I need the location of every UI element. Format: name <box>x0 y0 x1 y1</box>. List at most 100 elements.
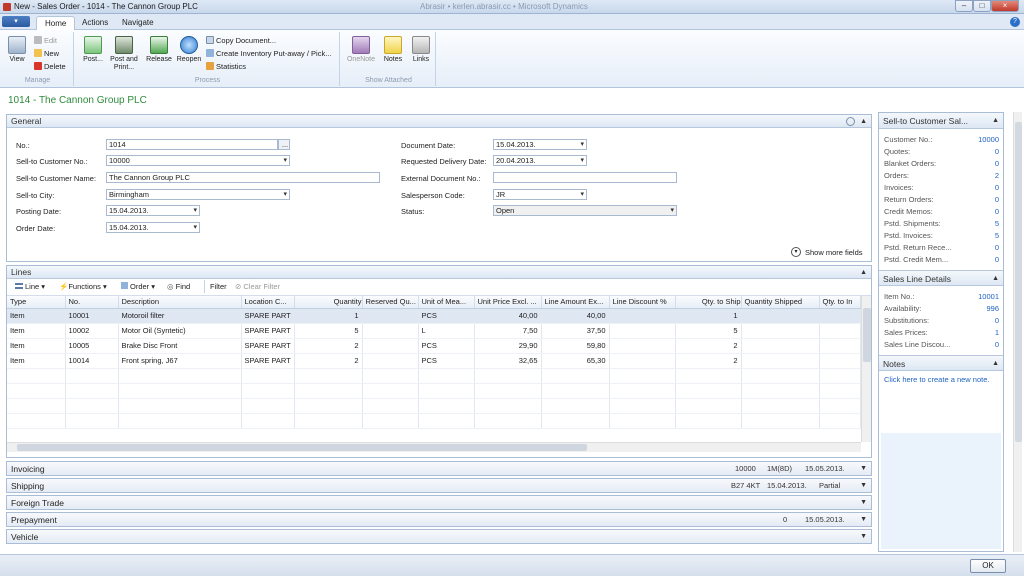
field-sell-to-city[interactable]: Birmingham <box>106 189 290 200</box>
empty-cell[interactable] <box>65 398 119 414</box>
empty-row[interactable] <box>7 383 861 399</box>
collapse-icon[interactable]: ▲ <box>860 266 867 279</box>
cell-type[interactable]: Item <box>7 308 66 324</box>
empty-cell[interactable] <box>294 383 363 399</box>
scrollbar-thumb[interactable] <box>863 308 871 362</box>
empty-cell[interactable] <box>65 368 119 384</box>
empty-cell[interactable] <box>675 398 742 414</box>
empty-cell[interactable] <box>819 398 861 414</box>
empty-cell[interactable] <box>675 368 742 384</box>
empty-cell[interactable] <box>118 413 242 429</box>
empty-cell[interactable] <box>118 368 242 384</box>
factbox-line-details-header[interactable]: Sales Line Details ▲ <box>879 270 1003 286</box>
table-row[interactable]: Item 10001 Motoroil filter SPARE PART 1 PCS 40… <box>7 308 861 324</box>
empty-cell[interactable] <box>741 413 820 429</box>
horizontal-scrollbar[interactable] <box>7 442 861 452</box>
edit-button[interactable]: Edit <box>34 36 57 46</box>
factbox-row-value[interactable]: 1 <box>995 327 999 339</box>
clear-filter-button[interactable]: ⊘ Clear Filter <box>235 282 280 291</box>
col-qty-to-invoice[interactable]: Qty. to In <box>819 296 861 309</box>
factbox-row-value[interactable]: 996 <box>986 303 999 315</box>
col-reserved-qty[interactable]: Reserved Qu... <box>362 296 419 309</box>
factbox-row-value[interactable]: 0 <box>995 254 999 266</box>
empty-cell[interactable] <box>65 383 119 399</box>
field-document-date[interactable]: 15.04.2013. <box>493 139 587 150</box>
page-scrollbar-thumb[interactable] <box>1015 122 1022 442</box>
ok-button[interactable]: OK <box>970 559 1006 573</box>
collapse-icon[interactable]: ▲ <box>992 356 999 372</box>
field-sell-to-customer-name[interactable]: The Cannon Group PLC <box>106 172 380 183</box>
cell-qty-to-ship[interactable]: 2 <box>675 353 742 369</box>
post-button[interactable]: Post... <box>80 36 106 64</box>
app-menu-button[interactable]: ▾ <box>2 16 30 27</box>
cell-quantity-shipped[interactable] <box>741 323 820 339</box>
empty-cell[interactable] <box>65 413 119 429</box>
field-posting-date[interactable]: 15.04.2013. <box>106 205 200 216</box>
cell-unit-price[interactable]: 32,65 <box>474 353 542 369</box>
col-quantity[interactable]: Quantity <box>294 296 363 309</box>
post-and-print-button[interactable]: Post and Print... <box>108 36 140 72</box>
statistics-button[interactable]: Statistics <box>206 62 246 72</box>
empty-cell[interactable] <box>418 413 475 429</box>
vertical-scrollbar[interactable] <box>861 296 871 442</box>
close-button[interactable]: × <box>991 0 1019 12</box>
cell-qty-to-ship[interactable]: 5 <box>675 323 742 339</box>
col-unit-of-measure[interactable]: Unit of Mea... <box>418 296 475 309</box>
empty-cell[interactable] <box>541 413 610 429</box>
empty-cell[interactable] <box>118 398 242 414</box>
empty-cell[interactable] <box>241 398 295 414</box>
expand-icon[interactable]: ▼ <box>860 513 867 527</box>
cell-unit-price[interactable]: 7,50 <box>474 323 542 339</box>
notes-button[interactable]: Notes <box>380 36 406 64</box>
empty-cell[interactable] <box>609 368 676 384</box>
cell-line-amount[interactable]: 65,30 <box>541 353 610 369</box>
cell-type[interactable]: Item <box>7 323 66 339</box>
field-sell-to-customer-no[interactable]: 10000 <box>106 155 290 166</box>
cell-qty-to-ship[interactable]: 1 <box>675 308 742 324</box>
cell-qty-to-invoice[interactable] <box>819 323 861 339</box>
line-menu[interactable]: Line ▾ <box>15 282 45 291</box>
empty-cell[interactable] <box>474 383 542 399</box>
empty-cell[interactable] <box>241 413 295 429</box>
find-button[interactable]: ◎ Find <box>167 282 190 291</box>
col-type[interactable]: Type <box>7 296 66 309</box>
empty-cell[interactable] <box>819 368 861 384</box>
cell-location[interactable]: SPARE PART <box>241 353 295 369</box>
empty-cell[interactable] <box>541 368 610 384</box>
fasttab-shipping[interactable]: Shipping B27 4KT 15.04.2013. Partial ▼ <box>6 478 872 493</box>
col-description[interactable]: Description <box>118 296 242 309</box>
fasttab-foreign-trade[interactable]: Foreign Trade ▼ <box>6 495 872 510</box>
empty-cell[interactable] <box>241 368 295 384</box>
page-scrollbar[interactable] <box>1013 112 1022 552</box>
cell-location[interactable]: SPARE PART <box>241 308 295 324</box>
cell-line-discount[interactable] <box>609 323 676 339</box>
cell-qty-to-ship[interactable]: 2 <box>675 338 742 354</box>
new-button[interactable]: New <box>34 49 59 59</box>
cell-unit-price[interactable]: 29,90 <box>474 338 542 354</box>
factbox-row-value[interactable]: 0 <box>995 158 999 170</box>
cell-description[interactable]: Motor Oil (Syntetic) <box>118 323 242 339</box>
empty-cell[interactable] <box>362 383 419 399</box>
cell-qty-to-invoice[interactable] <box>819 353 861 369</box>
view-button[interactable]: View <box>4 36 30 64</box>
factbox-row-value[interactable]: 0 <box>995 182 999 194</box>
cell-description[interactable]: Front spring, J67 <box>118 353 242 369</box>
empty-cell[interactable] <box>819 383 861 399</box>
expand-icon[interactable]: ▼ <box>860 530 867 544</box>
cell-quantity-shipped[interactable] <box>741 338 820 354</box>
cell-description[interactable]: Motoroil filter <box>118 308 242 324</box>
cell-quantity[interactable]: 2 <box>294 338 363 354</box>
empty-cell[interactable] <box>241 383 295 399</box>
field-external-document-no[interactable] <box>493 172 677 183</box>
fasttab-prepayment[interactable]: Prepayment 0 15.05.2013. ▼ <box>6 512 872 527</box>
create-note-link[interactable]: Click here to create a new note. <box>879 371 1003 388</box>
release-button[interactable]: Release <box>144 36 174 64</box>
order-menu[interactable]: Order ▾ <box>121 282 155 291</box>
empty-cell[interactable] <box>294 398 363 414</box>
empty-cell[interactable] <box>741 398 820 414</box>
lines-header[interactable]: Lines ▲ <box>7 266 871 279</box>
table-row[interactable]: Item 10002 Motor Oil (Syntetic) SPARE PART 5… <box>7 323 861 339</box>
fasttab-invoicing[interactable]: Invoicing 10000 1M(8D) 15.05.2013. ▼ <box>6 461 872 476</box>
col-line-discount[interactable]: Line Discount % <box>609 296 676 309</box>
cell-no[interactable]: 10002 <box>65 323 119 339</box>
